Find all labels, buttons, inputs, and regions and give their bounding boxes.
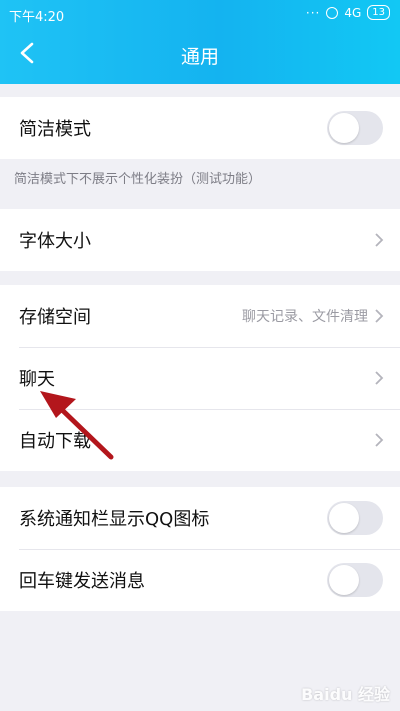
simple-mode-row[interactable]: 简洁模式: [0, 97, 400, 159]
more-dots-icon: ···: [305, 5, 321, 20]
chevron-right-icon: [375, 309, 384, 323]
toggle-knob: [329, 565, 359, 595]
simple-mode-label: 简洁模式: [19, 119, 91, 140]
toggle-knob: [329, 503, 359, 533]
toggle-knob: [329, 113, 359, 143]
storage-chat-group: 存储空间 聊天记录、文件清理 聊天 自动下载: [0, 285, 400, 471]
battery-level: 13: [372, 6, 385, 18]
storage-value: 聊天记录、文件清理: [242, 309, 368, 325]
auto-download-label: 自动下载: [19, 431, 91, 452]
enter-send-toggle[interactable]: [327, 563, 383, 597]
battery-icon: 13: [367, 5, 390, 20]
simple-mode-group: 简洁模式: [0, 97, 400, 159]
storage-label: 存储空间: [19, 307, 91, 328]
chat-label: 聊天: [19, 369, 55, 390]
header-bar: 下午4:20 ··· 4G 13 通用: [0, 0, 400, 84]
page-title: 通用: [180, 46, 219, 68]
chat-row[interactable]: 聊天: [0, 347, 400, 409]
notification-group: 系统通知栏显示QQ图标 回车键发送消息: [0, 487, 400, 611]
simple-mode-toggle[interactable]: [327, 111, 383, 145]
watermark-logo: Baidu 经验: [301, 685, 390, 704]
notification-qq-icon-label: 系统通知栏显示QQ图标: [19, 509, 210, 530]
notification-qq-icon-row[interactable]: 系统通知栏显示QQ图标: [0, 487, 400, 549]
notification-qq-icon-toggle[interactable]: [327, 501, 383, 535]
chevron-right-icon: [375, 433, 384, 447]
enter-send-label: 回车键发送消息: [19, 571, 145, 592]
simple-mode-hint: 简洁模式下不展示个性化装扮（测试功能）: [14, 172, 262, 187]
storage-row[interactable]: 存储空间 聊天记录、文件清理: [0, 285, 400, 347]
signal-icon: 4G: [344, 5, 362, 20]
enter-send-row[interactable]: 回车键发送消息: [0, 549, 400, 611]
status-indicators: ··· 4G 13: [306, 5, 390, 20]
chevron-right-icon: [375, 233, 384, 247]
font-size-label: 字体大小: [19, 231, 91, 252]
auto-download-row[interactable]: 自动下载: [0, 409, 400, 471]
alarm-icon: [326, 6, 339, 19]
font-size-row[interactable]: 字体大小: [0, 209, 400, 271]
status-time: 下午4:20: [9, 10, 65, 25]
font-size-group: 字体大小: [0, 209, 400, 271]
status-bar: 下午4:20 ··· 4G 13: [0, 0, 400, 28]
chevron-right-icon: [375, 371, 384, 385]
